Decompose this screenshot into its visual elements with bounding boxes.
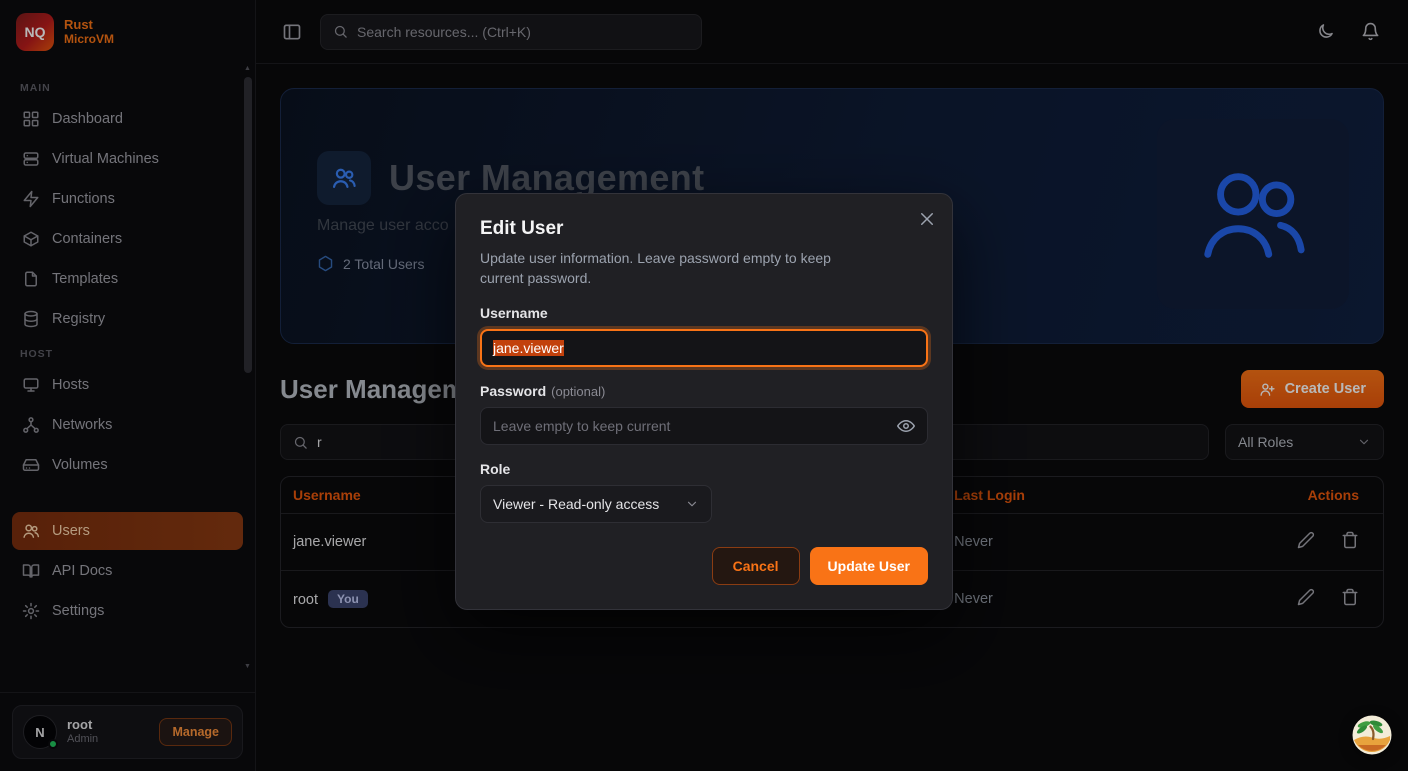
cancel-button[interactable]: Cancel [712, 547, 800, 585]
role-label: Role [480, 461, 928, 477]
password-field-group: Password (optional) Leave empty to keep c… [480, 383, 928, 445]
password-placeholder: Leave empty to keep current [493, 418, 897, 434]
palm-island-icon [1352, 743, 1392, 758]
update-user-button[interactable]: Update User [810, 547, 928, 585]
username-label: Username [480, 305, 928, 321]
username-input-value: jane.viewer [493, 340, 564, 356]
dialog-description: Update user information. Leave password … [480, 248, 872, 289]
dialog-footer: Cancel Update User [480, 547, 928, 585]
chevron-down-icon [685, 497, 699, 511]
password-optional-hint: (optional) [551, 384, 605, 399]
edit-user-dialog: Edit User Update user information. Leave… [455, 193, 953, 610]
role-field-group: Role Viewer - Read-only access [480, 461, 928, 523]
username-field-group: Username jane.viewer [480, 305, 928, 367]
eye-icon[interactable] [897, 417, 915, 435]
app-window: NQ Rust MicroVM MAIN Dashboard Virtual M… [0, 0, 1408, 771]
username-input[interactable]: jane.viewer [480, 329, 928, 367]
password-input[interactable]: Leave empty to keep current [480, 407, 928, 445]
password-label-text: Password [480, 383, 546, 399]
role-select[interactable]: Viewer - Read-only access [480, 485, 712, 523]
close-icon[interactable] [918, 210, 936, 228]
password-label: Password (optional) [480, 383, 928, 399]
island-fab-button[interactable] [1352, 715, 1392, 755]
dialog-title: Edit User [480, 218, 928, 240]
role-select-value: Viewer - Read-only access [493, 496, 659, 512]
